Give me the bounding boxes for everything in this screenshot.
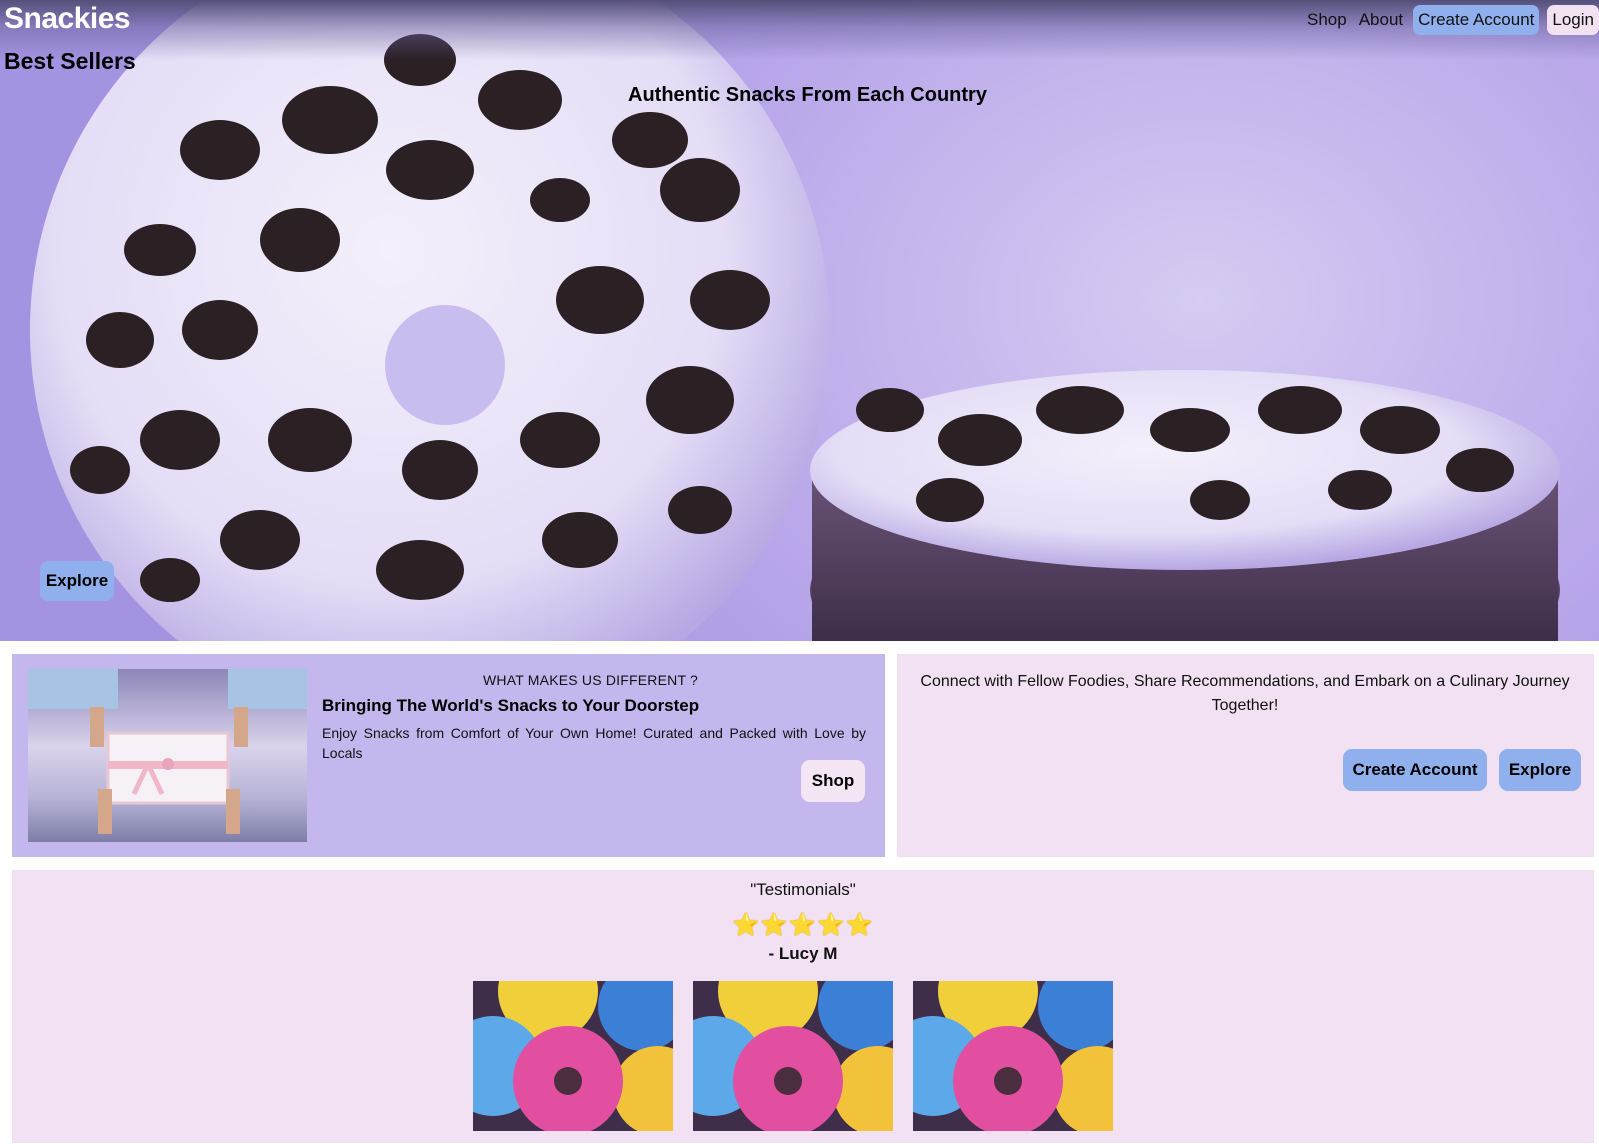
testimonials-title: "Testimonials" <box>750 880 856 899</box>
nav-login-button[interactable]: Login <box>1547 5 1599 35</box>
nav-about-link[interactable]: About <box>1357 10 1405 30</box>
feature-kicker: WHAT MAKES US DIFFERENT ? <box>483 672 699 688</box>
brand-logo[interactable]: Snackies <box>4 2 131 36</box>
testimonial-donut-image <box>693 981 893 1131</box>
connect-text: Connect with Fellow Foodies, Share Recom… <box>920 673 1570 714</box>
feature-body-text: Enjoy Snacks from Comfort of Your Own Ho… <box>322 725 866 761</box>
testimonial-author: - Lucy M <box>768 944 838 963</box>
testimonial-donut-image <box>913 981 1113 1131</box>
gift-box-image <box>28 669 307 842</box>
connect-create-account-button[interactable]: Create Account <box>1343 749 1487 791</box>
nav-create-account-button[interactable]: Create Account <box>1413 5 1540 35</box>
feature-heading: Bringing The World's Snacks to Your Door… <box>322 696 700 715</box>
connect-explore-button[interactable]: Explore <box>1499 749 1581 791</box>
testimonial-donut-image <box>473 981 673 1131</box>
best-sellers-heading: Best Sellers <box>4 48 136 74</box>
star-rating: ⭐⭐⭐⭐⭐ <box>732 912 874 937</box>
hero-tagline: Authentic Snacks From Each Country <box>628 84 987 106</box>
feature-shop-button[interactable]: Shop <box>801 760 865 802</box>
nav-shop-link[interactable]: Shop <box>1305 10 1349 30</box>
hero-explore-button[interactable]: Explore <box>40 561 114 601</box>
top-nav: Shop About Create Account Login <box>1305 4 1599 36</box>
